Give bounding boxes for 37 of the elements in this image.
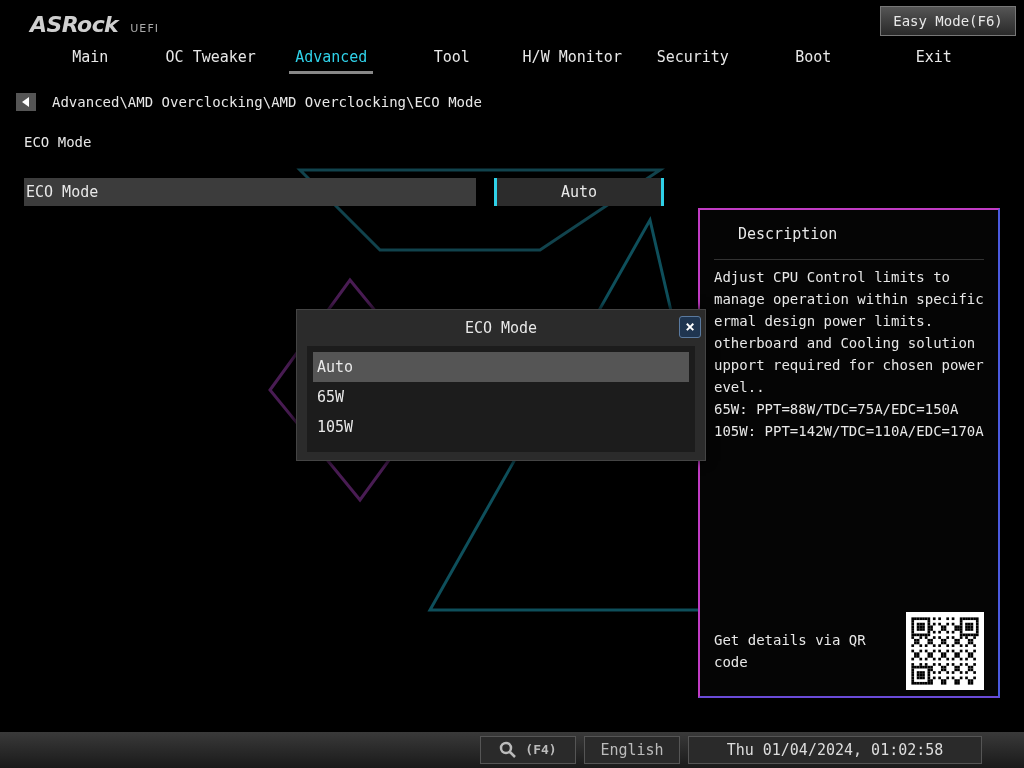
menu-tab[interactable]: Main xyxy=(66,44,115,74)
date-time-display: Thu 01/04/2024, 01:02:58 xyxy=(688,736,982,764)
qr-caption: Get details via QR code xyxy=(714,631,867,672)
option-item[interactable]: Auto xyxy=(313,352,689,382)
search-icon xyxy=(499,741,518,759)
option-item[interactable]: 65W xyxy=(313,382,689,412)
menu-tab[interactable]: H/W Monitor xyxy=(516,44,628,74)
close-button[interactable]: × xyxy=(679,316,701,338)
easy-mode-button[interactable]: Easy Mode(F6) xyxy=(880,6,1016,36)
logo-subtitle: UEFI xyxy=(130,20,160,37)
dialog-title: ECO Mode xyxy=(464,317,538,339)
description-text: 65W: PPT=88W/TDC=75A/EDC=150A xyxy=(714,400,960,419)
description-title: Description xyxy=(738,224,838,246)
description-text: manage operation within specific xyxy=(714,290,984,309)
description-text: evel.. xyxy=(714,378,766,397)
breadcrumb-path: Advanced\AMD Overclocking\AMD Overclocking\ECO Mode xyxy=(52,92,482,112)
setting-value-button[interactable]: Auto xyxy=(494,178,664,206)
description-text: Adjust CPU Control limits to xyxy=(714,268,951,287)
menu-tab[interactable]: Security xyxy=(650,44,735,74)
description-text: otherboard and Cooling solution xyxy=(714,334,977,353)
description-text: 105W: PPT=142W/TDC=110A/EDC=170A xyxy=(714,422,984,441)
menu-tab[interactable]: OC Tweaker xyxy=(159,44,262,74)
back-arrow-icon xyxy=(22,97,30,107)
menu-tab[interactable]: Boot xyxy=(789,44,838,74)
language-button[interactable]: English xyxy=(584,736,680,764)
description-text: upport required for chosen power xyxy=(714,356,984,375)
setting-label[interactable]: ECO Mode xyxy=(24,178,476,206)
option-item[interactable]: 105W xyxy=(313,412,689,442)
search-button[interactable]: (F4) xyxy=(480,736,576,764)
section-title: ECO Mode xyxy=(24,134,92,150)
menu-tab[interactable]: Advanced xyxy=(289,44,374,74)
logo-text: ASRock xyxy=(30,11,119,39)
description-text: ermal design power limits. xyxy=(714,312,935,331)
back-button[interactable] xyxy=(16,93,36,111)
menu-tab[interactable]: Tool xyxy=(427,44,476,74)
menu-tab[interactable]: Exit xyxy=(909,44,958,74)
qr-code-icon xyxy=(906,612,984,690)
